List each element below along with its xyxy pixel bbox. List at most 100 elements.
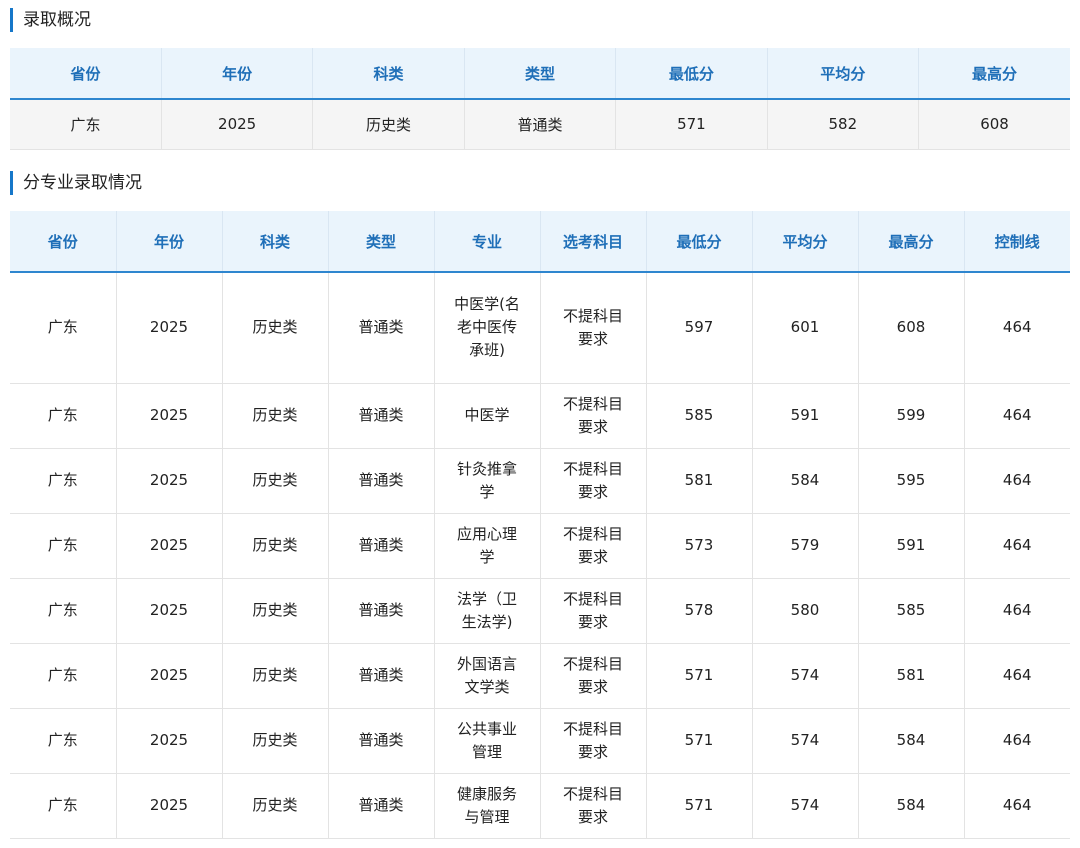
table-cell: 历史类 bbox=[221, 512, 329, 579]
table-cell: 580 bbox=[751, 577, 859, 644]
column-header: 平均分 bbox=[752, 211, 859, 273]
table-cell: 584 bbox=[751, 447, 859, 514]
table-cell: 广东 bbox=[10, 642, 117, 709]
subject-requirement: 不提科目要求 bbox=[562, 589, 623, 631]
table-cell: 广东 bbox=[10, 98, 162, 150]
table-cell: 2025 bbox=[115, 512, 223, 579]
table-cell: 571 bbox=[645, 772, 753, 839]
table-cell: 外国语言文学类 bbox=[433, 642, 541, 709]
table-cell: 464 bbox=[963, 577, 1070, 644]
table-row: 广东 2025 历史类 普通类 针灸推拿学 不提科目要求 581 584 595 464 bbox=[10, 447, 1070, 514]
column-header: 专业 bbox=[434, 211, 541, 273]
table-cell: 578 bbox=[645, 577, 753, 644]
table-cell: 不提科目要求 bbox=[539, 447, 647, 514]
table-row: 广东 2025 历史类 普通类 中医学(名老中医传承班) 不提科目要求 597 601 608 4… bbox=[10, 271, 1070, 384]
table-cell: 广东 bbox=[10, 577, 117, 644]
table-cell: 2025 bbox=[115, 772, 223, 839]
table-cell: 584 bbox=[857, 772, 965, 839]
column-header: 类型 bbox=[328, 211, 435, 273]
table-cell: 普通类 bbox=[327, 772, 435, 839]
table-cell: 464 bbox=[963, 772, 1070, 839]
table-cell: 公共事业管理 bbox=[433, 707, 541, 774]
column-header: 选考科目 bbox=[540, 211, 647, 273]
major-name: 公共事业管理 bbox=[456, 719, 517, 761]
subject-requirement: 不提科目要求 bbox=[562, 459, 623, 501]
table-cell: 中医学(名老中医传承班) bbox=[433, 271, 541, 384]
table-cell: 普通类 bbox=[327, 577, 435, 644]
table-cell: 464 bbox=[963, 642, 1070, 709]
column-header: 省份 bbox=[10, 211, 117, 273]
major-name: 针灸推拿学 bbox=[456, 459, 517, 501]
table-cell: 不提科目要求 bbox=[539, 642, 647, 709]
table-cell: 不提科目要求 bbox=[539, 707, 647, 774]
table-cell: 普通类 bbox=[327, 512, 435, 579]
column-header: 最低分 bbox=[646, 211, 753, 273]
major-name: 中医学 bbox=[464, 406, 510, 424]
table-cell: 2025 bbox=[115, 577, 223, 644]
table-cell: 464 bbox=[963, 512, 1070, 579]
table-cell: 574 bbox=[751, 772, 859, 839]
table-cell: 广东 bbox=[10, 271, 117, 384]
table-cell: 普通类 bbox=[327, 447, 435, 514]
section-title-admission-overview: 录取概况 bbox=[10, 8, 91, 32]
table-cell: 573 bbox=[645, 512, 753, 579]
section-title-major-admission: 分专业录取情况 bbox=[10, 171, 142, 195]
table-cell: 广东 bbox=[10, 447, 117, 514]
table-cell: 中医学 bbox=[433, 382, 541, 449]
column-header: 控制线 bbox=[964, 211, 1070, 273]
table-cell: 不提科目要求 bbox=[539, 772, 647, 839]
table-cell: 历史类 bbox=[221, 772, 329, 839]
table-cell: 571 bbox=[645, 642, 753, 709]
table-cell: 普通类 bbox=[327, 642, 435, 709]
subject-requirement: 不提科目要求 bbox=[562, 306, 623, 348]
table-cell: 2025 bbox=[115, 382, 223, 449]
table-cell: 历史类 bbox=[221, 271, 329, 384]
column-header: 省份 bbox=[10, 48, 162, 100]
table-cell: 普通类 bbox=[327, 271, 435, 384]
major-name: 应用心理学 bbox=[456, 524, 517, 566]
table-cell: 普通类 bbox=[327, 707, 435, 774]
subject-requirement: 不提科目要求 bbox=[562, 654, 623, 696]
subject-requirement: 不提科目要求 bbox=[562, 524, 623, 566]
table-cell: 历史类 bbox=[221, 707, 329, 774]
table-cell: 历史类 bbox=[221, 447, 329, 514]
table-cell: 历史类 bbox=[312, 98, 465, 150]
table-row: 广东 2025 历史类 普通类 公共事业管理 不提科目要求 571 574 584 464 bbox=[10, 707, 1070, 774]
table-cell: 健康服务与管理 bbox=[433, 772, 541, 839]
table-cell: 广东 bbox=[10, 707, 117, 774]
table-cell: 585 bbox=[645, 382, 753, 449]
table-cell: 574 bbox=[751, 642, 859, 709]
table-cell: 应用心理学 bbox=[433, 512, 541, 579]
table-row: 广东 2025 历史类 普通类 外国语言文学类 不提科目要求 571 574 581 464 bbox=[10, 642, 1070, 709]
table-cell: 历史类 bbox=[221, 642, 329, 709]
table-cell: 2025 bbox=[115, 271, 223, 384]
table-cell: 不提科目要求 bbox=[539, 271, 647, 384]
table-cell: 608 bbox=[918, 98, 1070, 150]
column-header: 科类 bbox=[222, 211, 329, 273]
column-header: 年份 bbox=[161, 48, 314, 100]
table-cell: 历史类 bbox=[221, 382, 329, 449]
table-cell: 2025 bbox=[115, 642, 223, 709]
major-name: 法学（卫生法学) bbox=[456, 589, 517, 631]
table-cell: 不提科目要求 bbox=[539, 577, 647, 644]
table-cell: 不提科目要求 bbox=[539, 382, 647, 449]
column-header: 类型 bbox=[464, 48, 617, 100]
table-cell: 464 bbox=[963, 707, 1070, 774]
table-cell: 464 bbox=[963, 382, 1070, 449]
table-cell: 582 bbox=[766, 98, 920, 150]
table-row: 广东 2025 历史类 普通类 健康服务与管理 不提科目要求 571 574 584 464 bbox=[10, 772, 1070, 839]
table-cell: 595 bbox=[857, 447, 965, 514]
table-cell: 571 bbox=[645, 707, 753, 774]
column-header: 科类 bbox=[312, 48, 465, 100]
table-header-row: 省份 年份 科类 类型 专业 选考科目 最低分 平均分 最高分 控制线 bbox=[10, 211, 1070, 273]
subject-requirement: 不提科目要求 bbox=[562, 719, 623, 761]
table-cell: 591 bbox=[857, 512, 965, 579]
table-cell: 普通类 bbox=[327, 382, 435, 449]
table-cell: 581 bbox=[645, 447, 753, 514]
column-header: 最高分 bbox=[858, 211, 965, 273]
major-admission-table: 省份 年份 科类 类型 专业 选考科目 最低分 平均分 最高分 控制线 广东 2025 历史类 普通类中… bbox=[10, 211, 1070, 839]
table-header-row: 省份 年份 科类 类型 最低分 平均分 最高分 bbox=[10, 48, 1070, 100]
table-cell: 2025 bbox=[115, 707, 223, 774]
major-name: 外国语言文学类 bbox=[456, 654, 517, 696]
table-cell: 针灸推拿学 bbox=[433, 447, 541, 514]
